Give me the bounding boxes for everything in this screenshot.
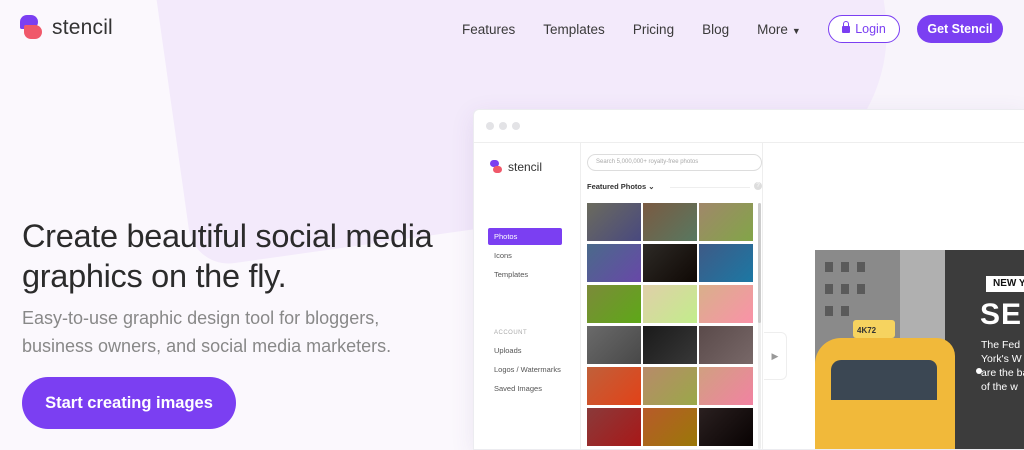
photo-grid: [587, 203, 757, 449]
sidebar-item-uploads[interactable]: Uploads: [488, 342, 562, 359]
photo-thumbnail[interactable]: [699, 367, 753, 405]
photo-search-input[interactable]: Search 5,000,000+ royalty-free photos: [587, 154, 762, 171]
canvas-badge[interactable]: NEW Y: [986, 276, 1024, 292]
nav-pricing[interactable]: Pricing: [633, 22, 674, 37]
app-preview: stencil Photos Icons Templates ACCOUNT U…: [473, 109, 1024, 450]
photo-thumbnail[interactable]: [699, 244, 753, 282]
photo-thumbnail[interactable]: [643, 203, 697, 241]
sidebar-item-logos[interactable]: Logos / Watermarks: [488, 361, 572, 378]
help-icon[interactable]: ?: [754, 182, 762, 190]
divider: [670, 187, 750, 188]
login-label: Login: [855, 22, 886, 36]
canvas-body-text[interactable]: The Fed York's W hat are the ban of the …: [981, 338, 1024, 394]
featured-photos-dropdown[interactable]: Featured Photos ⌄: [587, 182, 655, 191]
taxi-plate: 4K72: [857, 326, 877, 335]
nav-templates[interactable]: Templates: [543, 22, 605, 37]
photo-thumbnail[interactable]: [643, 326, 697, 364]
photo-thumbnail[interactable]: [699, 203, 753, 241]
nav-more-label: More: [757, 21, 788, 37]
brand-name: stencil: [52, 16, 113, 39]
window-dot: [499, 122, 507, 130]
lock-icon: [842, 20, 851, 34]
brand-logo[interactable]: stencil: [20, 15, 113, 41]
photo-thumbnail[interactable]: [587, 285, 641, 323]
scroll-thumb[interactable]: [758, 203, 761, 323]
nav-blog[interactable]: Blog: [702, 22, 729, 37]
nav-more[interactable]: More ▼: [757, 22, 801, 37]
photo-thumbnail[interactable]: [643, 285, 697, 323]
sidebar-item-saved[interactable]: Saved Images: [488, 380, 562, 397]
photo-thumbnail[interactable]: [699, 285, 753, 323]
stencil-logo-icon: [20, 15, 44, 41]
chevron-down-icon: ⌄: [648, 182, 655, 191]
nav-features[interactable]: Features: [462, 22, 515, 37]
canvas-headline[interactable]: SE: [980, 298, 1022, 332]
stencil-logo-icon: [490, 160, 503, 174]
photo-thumbnail[interactable]: [699, 326, 753, 364]
window-dot: [512, 122, 520, 130]
window-titlebar: [474, 110, 1024, 143]
photo-thumbnail[interactable]: [587, 244, 641, 282]
photo-scrollbar[interactable]: [758, 203, 761, 449]
start-creating-button[interactable]: Start creating images: [22, 377, 236, 429]
hero-subtitle: Easy-to-use graphic design tool for blog…: [22, 308, 392, 356]
photo-thumbnail[interactable]: [587, 408, 641, 446]
photo-thumbnail[interactable]: [587, 203, 641, 241]
photo-thumbnail[interactable]: [587, 367, 641, 405]
photo-thumbnail[interactable]: [643, 367, 697, 405]
site-header: stencil Features Templates Pricing Blog …: [0, 0, 1024, 58]
collapse-panel-handle[interactable]: ▶: [764, 332, 787, 380]
photo-thumbnail[interactable]: [587, 326, 641, 364]
app-sidebar: stencil Photos Icons Templates ACCOUNT U…: [474, 142, 581, 449]
sidebar-section-account: ACCOUNT: [494, 330, 528, 336]
sidebar-item-templates[interactable]: Templates: [488, 266, 562, 283]
design-canvas[interactable]: 4K72 NEW Y SE The Fed York's W hat are t…: [815, 250, 1024, 449]
app-brand-name: stencil: [508, 160, 543, 174]
taxi-window: [831, 360, 937, 400]
photo-panel: Search 5,000,000+ royalty-free photos Fe…: [580, 142, 763, 449]
sidebar-item-icons[interactable]: Icons: [488, 247, 562, 264]
get-stencil-button[interactable]: Get Stencil: [917, 15, 1003, 43]
hero-title: Create beautiful social media graphics o…: [22, 218, 433, 294]
chevron-down-icon: ▼: [791, 25, 801, 36]
app-logo: stencil: [490, 160, 542, 174]
window-dot: [486, 122, 494, 130]
featured-label: Featured Photos: [587, 182, 647, 191]
photo-thumbnail[interactable]: [643, 244, 697, 282]
main-nav: Features Templates Pricing Blog More ▼: [448, 0, 815, 58]
sidebar-item-photos[interactable]: Photos: [488, 228, 562, 245]
photo-thumbnail[interactable]: [699, 408, 753, 446]
chevron-right-icon: ▶: [771, 350, 779, 361]
login-button[interactable]: Login: [828, 15, 900, 43]
photo-thumbnail[interactable]: [643, 408, 697, 446]
